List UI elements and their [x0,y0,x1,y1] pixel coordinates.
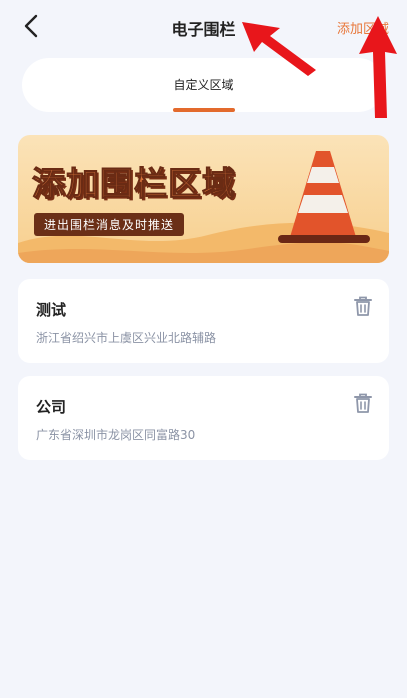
area-name: 测试 [36,301,67,319]
banner-subtitle: 进出围栏消息及时推送 [34,213,185,236]
area-name: 公司 [36,398,67,416]
area-address: 浙江省绍兴市上虞区兴业北路辅路 [36,331,217,345]
trash-icon[interactable] [353,295,373,317]
banner-title: 添加围栏区域 [32,164,236,204]
tab-bar: 自定义区域 [22,58,385,112]
promo-banner: 添加围栏区域 进出围栏消息及时推送 [18,135,389,263]
annotation-arrow-icon [242,22,316,76]
area-card[interactable]: 公司 广东省深圳市龙岗区同富路30 [18,376,389,460]
area-card[interactable]: 测试 浙江省绍兴市上虞区兴业北路辅路 [18,279,389,363]
top-bar: 电子围栏 添加区域 [0,0,407,54]
annotation-arrow-icon [359,16,397,118]
trash-icon[interactable] [353,392,373,414]
tab-custom-area[interactable]: 自定义区域 [22,76,385,93]
traffic-cone-icon [278,151,370,243]
area-address: 广东省深圳市龙岗区同富路30 [36,428,196,442]
tab-indicator [172,108,235,112]
